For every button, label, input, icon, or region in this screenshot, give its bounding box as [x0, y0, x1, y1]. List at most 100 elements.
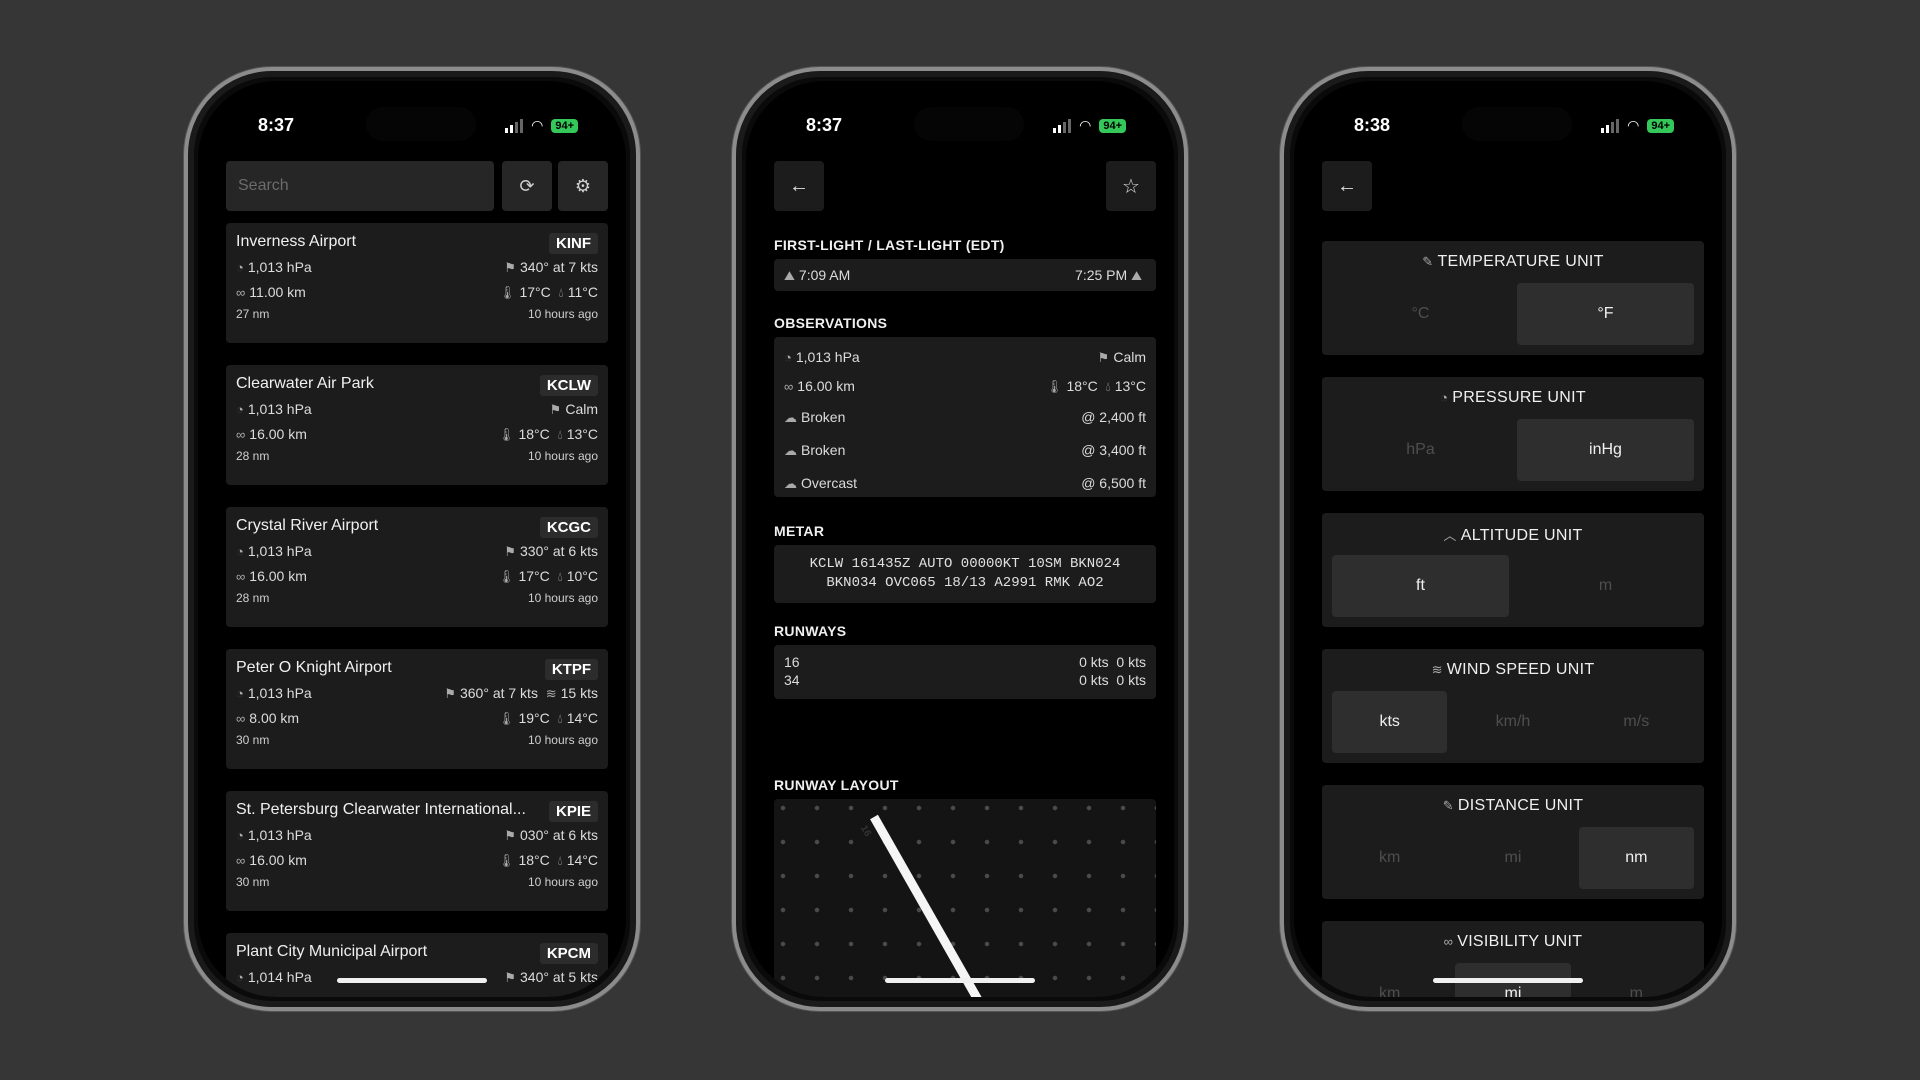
unit-option-fahrenheit[interactable]: °F — [1517, 283, 1694, 345]
distance: 27 nm — [236, 307, 270, 321]
dynamic-island — [366, 107, 476, 141]
unit-option-km[interactable]: km — [1332, 827, 1447, 889]
dewpoint: 14°C — [566, 710, 598, 726]
dewpoint: 10°C — [566, 568, 598, 584]
pressure: 1,013 hPa — [247, 543, 312, 559]
cloud-altitude: @ 3,400 ft — [1081, 442, 1146, 458]
sunrise-icon: ⛰ — [784, 268, 795, 283]
cloud-altitude: @ 6,500 ft — [1081, 475, 1146, 491]
first-light-panel: ⛰ 7:09 AM 7:25 PM ⛰ — [774, 259, 1156, 291]
airport-code-badge: KPCM — [539, 943, 598, 964]
gauge-icon: ◔ — [784, 350, 792, 365]
airport-card[interactable]: Inverness Airport KINF ◔ 1,013 hPa ⚑ 340° a… — [226, 223, 608, 343]
airport-name: Inverness Airport — [236, 233, 357, 250]
airport-card[interactable]: St. Petersburg Clearwater International.… — [226, 791, 608, 911]
binoculars-icon: ∞ — [1443, 934, 1454, 949]
windsock-icon: ⚑ — [504, 828, 517, 843]
pressure: 1,013 hPa — [247, 401, 312, 417]
observation-age: 10 hours ago — [527, 875, 598, 889]
metar-line: BKN034 OVC065 18/13 A2991 RMK AO2 — [826, 575, 1104, 591]
pressure: 1,013 hPa — [247, 259, 312, 275]
phone-settings: 8:38 ◠ 94+ ← ✎ TEMPERATURE UNIT °C °F ◔ PR… — [1280, 67, 1736, 1011]
signal-icon — [1053, 118, 1072, 133]
wind: Calm — [565, 401, 598, 417]
binoculars-icon: ∞ — [784, 379, 794, 394]
back-button[interactable]: ← — [774, 161, 824, 211]
cloud-icon: ☁︎ — [784, 410, 797, 425]
section-title: TEMPERATURE UNIT — [1437, 253, 1604, 270]
last-light: 7:25 PM — [1075, 267, 1128, 283]
gauge-icon: ◔ — [236, 260, 244, 275]
runway-crosswind: 0 kts — [1116, 654, 1146, 670]
wind: 340° at 7 kts — [520, 259, 598, 275]
temperature: 19°C — [518, 710, 550, 726]
unit-option-celsius[interactable]: °C — [1332, 283, 1509, 345]
binoculars-icon: ∞ — [236, 427, 246, 442]
refresh-button[interactable]: ⟳ — [502, 161, 552, 211]
status-time: 8:37 — [806, 115, 843, 135]
screen: 8:37 ◠ 94+ ← ☆ FIRST-LIGHT / LAST-LIGHT … — [746, 81, 1174, 997]
observation-age: 10 hours ago — [527, 449, 598, 463]
home-indicator[interactable] — [885, 978, 1035, 983]
wind: 330° at 6 kts — [520, 543, 598, 559]
section-title: PRESSURE UNIT — [1452, 389, 1586, 406]
unit-option-km[interactable]: km — [1332, 963, 1447, 997]
temperature: 17°C — [518, 568, 550, 584]
wifi-icon: ◠ — [1627, 117, 1640, 133]
wifi-icon: ◠ — [531, 117, 544, 133]
windsock-icon: ⚑ — [1097, 350, 1110, 365]
airport-card[interactable]: Crystal River Airport KCGC ◔ 1,013 hPa ⚑ 33… — [226, 507, 608, 627]
cloud-icon: ☁︎ — [784, 476, 797, 491]
binoculars-icon: ∞ — [236, 711, 246, 726]
pressure: 1,013 hPa — [247, 685, 312, 701]
unit-option-ms[interactable]: m/s — [1579, 691, 1694, 753]
airport-name: Peter O Knight Airport — [236, 659, 392, 676]
thermometer-icon: 🌡︎ — [497, 427, 515, 442]
unit-option-hpa[interactable]: hPa — [1332, 419, 1509, 481]
unit-option-m[interactable]: m — [1517, 555, 1694, 617]
distance: 28 nm — [236, 591, 270, 605]
dewpoint: 14°C — [566, 852, 598, 868]
thermometer-icon: 🌡︎ — [498, 285, 516, 300]
home-indicator[interactable] — [337, 978, 487, 983]
back-button[interactable]: ← — [1322, 161, 1372, 211]
airport-card[interactable]: Plant City Municipal Airport KPCM ◔ 1,014… — [226, 933, 608, 997]
airport-card[interactable]: Clearwater Air Park KCLW ◔ 1,013 hPa ⚑ Calm… — [226, 365, 608, 485]
temperature-unit-section: ✎ TEMPERATURE UNIT °C °F — [1322, 241, 1704, 355]
airport-code-badge: KTPF — [544, 659, 598, 680]
home-indicator[interactable] — [1433, 978, 1583, 983]
unit-option-kmh[interactable]: km/h — [1455, 691, 1570, 753]
favorite-button[interactable]: ☆ — [1106, 161, 1156, 211]
unit-option-m[interactable]: m — [1579, 963, 1694, 997]
unit-option-nm[interactable]: nm — [1578, 827, 1694, 889]
runway-headwind: 0 kts — [1079, 654, 1109, 670]
arrow-left-icon: ← — [789, 174, 809, 197]
gauge-icon: ◔ — [1440, 390, 1449, 405]
binoculars-icon: ∞ — [236, 285, 246, 300]
unit-option-mi[interactable]: mi — [1455, 827, 1570, 889]
visibility: 8.00 km — [249, 710, 300, 726]
dynamic-island — [1462, 107, 1572, 141]
airport-card[interactable]: Peter O Knight Airport KTPF ◔ 1,013 hPa ⚑ 3… — [226, 649, 608, 769]
wind-speed-unit-section: ≋ WIND SPEED UNIT kts km/h m/s — [1322, 649, 1704, 763]
airport-code-badge: KCGC — [539, 517, 598, 538]
dewpoint: 13°C — [1114, 378, 1146, 394]
gauge-icon: ◔ — [236, 828, 244, 843]
unit-option-inhg[interactable]: inHg — [1517, 419, 1694, 481]
visibility: 16.00 km — [249, 568, 307, 584]
wind: Calm — [1113, 349, 1146, 365]
unit-option-ft[interactable]: ft — [1332, 555, 1509, 617]
observation-age: 10 hours ago — [527, 591, 598, 605]
settings-button[interactable]: ⚙ — [558, 161, 608, 211]
observation-age: 10 hours ago — [527, 307, 598, 321]
observations-title: OBSERVATIONS — [774, 315, 888, 331]
runway-headwind: 0 kts — [1079, 672, 1109, 688]
search-input[interactable] — [226, 161, 494, 211]
temperature: 18°C — [518, 426, 550, 442]
runways-title: RUNWAYS — [774, 623, 847, 639]
cloud-icon: ☁︎ — [784, 443, 797, 458]
phone-airport-detail: 8:37 ◠ 94+ ← ☆ FIRST-LIGHT / LAST-LIGHT … — [732, 67, 1188, 1011]
unit-option-kts[interactable]: kts — [1332, 691, 1448, 753]
dewpoint-icon: 💧︎ — [558, 285, 564, 300]
airport-code-badge: KPIE — [548, 801, 598, 822]
